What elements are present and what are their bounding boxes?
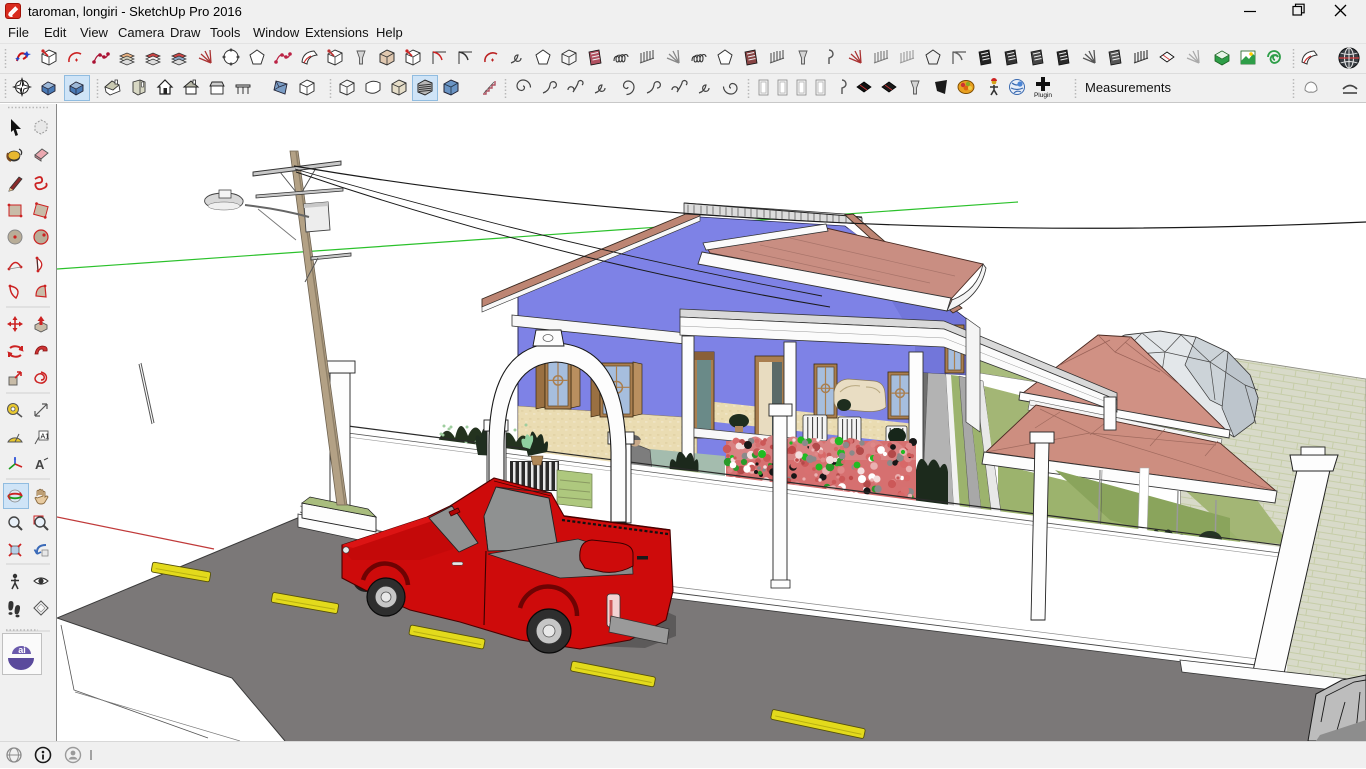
svg-text:ai: ai [18,645,26,655]
svg-text:A: A [35,457,45,472]
svg-text:Measurements: Measurements [1085,80,1171,95]
svg-text:Plugin: Plugin [1034,92,1052,99]
svg-text:A1: A1 [41,434,50,441]
